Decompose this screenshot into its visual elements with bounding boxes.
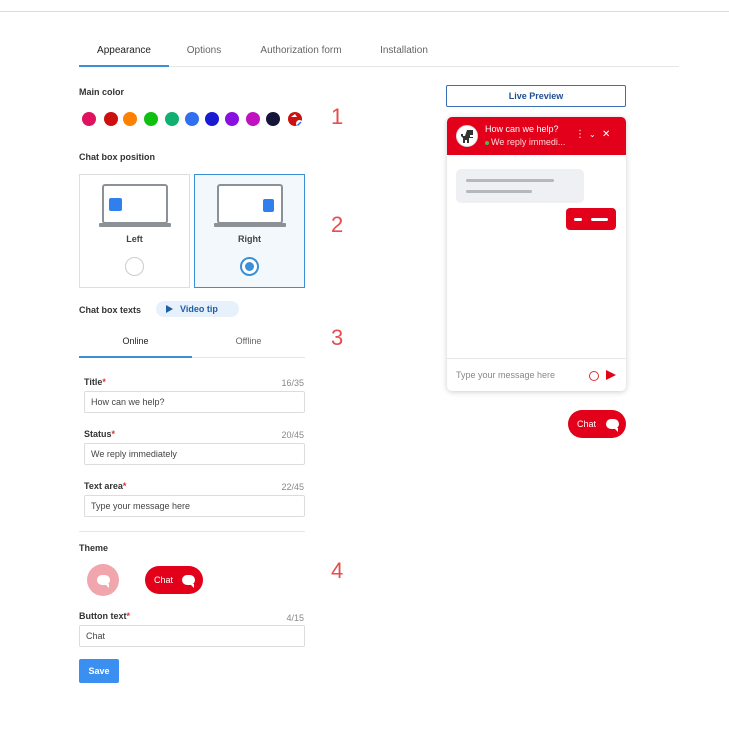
step-number: 2 bbox=[331, 212, 344, 237]
chat-bubble-icon bbox=[97, 575, 110, 588]
position-left-label: Left bbox=[126, 234, 143, 244]
theme-circle-option[interactable] bbox=[87, 564, 119, 596]
chat-input-row: Type your message here bbox=[447, 358, 626, 391]
chevron-down-icon[interactable]: ⌄ bbox=[589, 130, 596, 139]
step-number: 3 bbox=[331, 325, 344, 350]
color-swatch[interactable] bbox=[185, 112, 199, 126]
laptop-icon bbox=[99, 184, 171, 227]
chat-box-position-label: Chat box position bbox=[79, 152, 155, 162]
dinosaur-icon bbox=[461, 130, 473, 143]
status-char-counter: 20/45 bbox=[281, 430, 304, 440]
video-tip-button[interactable]: Video tip bbox=[156, 301, 239, 317]
position-left-card[interactable]: Left bbox=[79, 174, 190, 288]
tab-options[interactable]: Options bbox=[174, 38, 234, 67]
color-swatch[interactable] bbox=[144, 112, 158, 126]
chat-preview-window: How can we help? We reply immedi... ⋮ ⌄ … bbox=[447, 117, 626, 391]
send-icon[interactable] bbox=[606, 370, 616, 380]
close-icon[interactable]: ✕ bbox=[602, 129, 610, 140]
text-area-field-label: Text area* bbox=[84, 481, 127, 491]
status-input[interactable] bbox=[84, 443, 305, 465]
color-swatch[interactable] bbox=[205, 112, 219, 126]
save-button[interactable]: Save bbox=[79, 659, 119, 683]
more-options-icon[interactable]: ⋮ bbox=[575, 129, 585, 140]
top-divider bbox=[0, 11, 729, 12]
color-swatch[interactable] bbox=[123, 112, 137, 126]
color-swatch[interactable] bbox=[165, 112, 179, 126]
tab-authorization-form[interactable]: Authorization form bbox=[251, 38, 351, 67]
tab-installation[interactable]: Installation bbox=[369, 38, 439, 67]
text-area-input[interactable] bbox=[84, 495, 305, 517]
laptop-icon bbox=[214, 184, 286, 227]
color-swatch[interactable] bbox=[225, 112, 239, 126]
video-tip-label: Video tip bbox=[180, 304, 218, 314]
chat-title: How can we help? bbox=[485, 124, 559, 134]
theme-label: Theme bbox=[79, 543, 109, 553]
section-divider bbox=[79, 531, 305, 532]
theme-pill-label: Chat bbox=[154, 575, 174, 585]
tab-appearance[interactable]: Appearance bbox=[79, 38, 169, 67]
chat-header: How can we help? We reply immedi... ⋮ ⌄ … bbox=[447, 117, 626, 155]
color-swatch[interactable] bbox=[104, 112, 118, 126]
position-right-card[interactable]: Right bbox=[194, 174, 305, 288]
color-swatch[interactable] bbox=[246, 112, 260, 126]
color-swatch[interactable] bbox=[82, 112, 96, 126]
button-text-label: Button text* bbox=[79, 611, 131, 621]
title-input[interactable] bbox=[84, 391, 305, 413]
emoji-icon[interactable] bbox=[589, 371, 599, 381]
position-right-label: Right bbox=[238, 234, 261, 244]
play-icon bbox=[166, 305, 173, 313]
text-mode-tabs: Online Offline bbox=[79, 327, 305, 358]
outgoing-message bbox=[566, 208, 616, 230]
position-right-radio[interactable] bbox=[240, 257, 259, 276]
chat-bubble-icon bbox=[606, 419, 619, 432]
chat-box-texts-label: Chat box texts bbox=[79, 305, 142, 315]
button-text-input[interactable] bbox=[79, 625, 305, 647]
color-swatch[interactable] bbox=[266, 112, 280, 126]
incoming-message bbox=[456, 169, 584, 203]
settings-tabs: Appearance Options Authorization form In… bbox=[79, 38, 679, 67]
tab-offline[interactable]: Offline bbox=[192, 327, 305, 358]
status-field-label: Status* bbox=[84, 429, 116, 439]
chat-bubble-icon bbox=[182, 575, 195, 588]
step-number: 4 bbox=[331, 558, 344, 583]
avatar bbox=[456, 125, 478, 147]
title-char-counter: 16/35 bbox=[281, 378, 304, 388]
chat-message-input[interactable]: Type your message here bbox=[456, 370, 555, 380]
button-text-char-counter: 4/15 bbox=[286, 613, 304, 623]
theme-pill-option[interactable]: Chat bbox=[145, 566, 203, 594]
color-picker-icon[interactable] bbox=[287, 111, 303, 127]
text-area-char-counter: 22/45 bbox=[281, 482, 304, 492]
chat-launcher-label: Chat bbox=[577, 419, 597, 429]
tab-online[interactable]: Online bbox=[79, 327, 192, 358]
position-left-radio[interactable] bbox=[125, 257, 144, 276]
chat-launcher-button[interactable]: Chat bbox=[568, 410, 626, 438]
live-preview-button[interactable]: Live Preview bbox=[446, 85, 626, 107]
main-color-label: Main color bbox=[79, 87, 125, 97]
online-dot-icon bbox=[485, 140, 489, 145]
chat-status: We reply immedi... bbox=[485, 137, 575, 147]
step-number: 1 bbox=[331, 104, 344, 129]
title-field-label: Title* bbox=[84, 377, 106, 387]
